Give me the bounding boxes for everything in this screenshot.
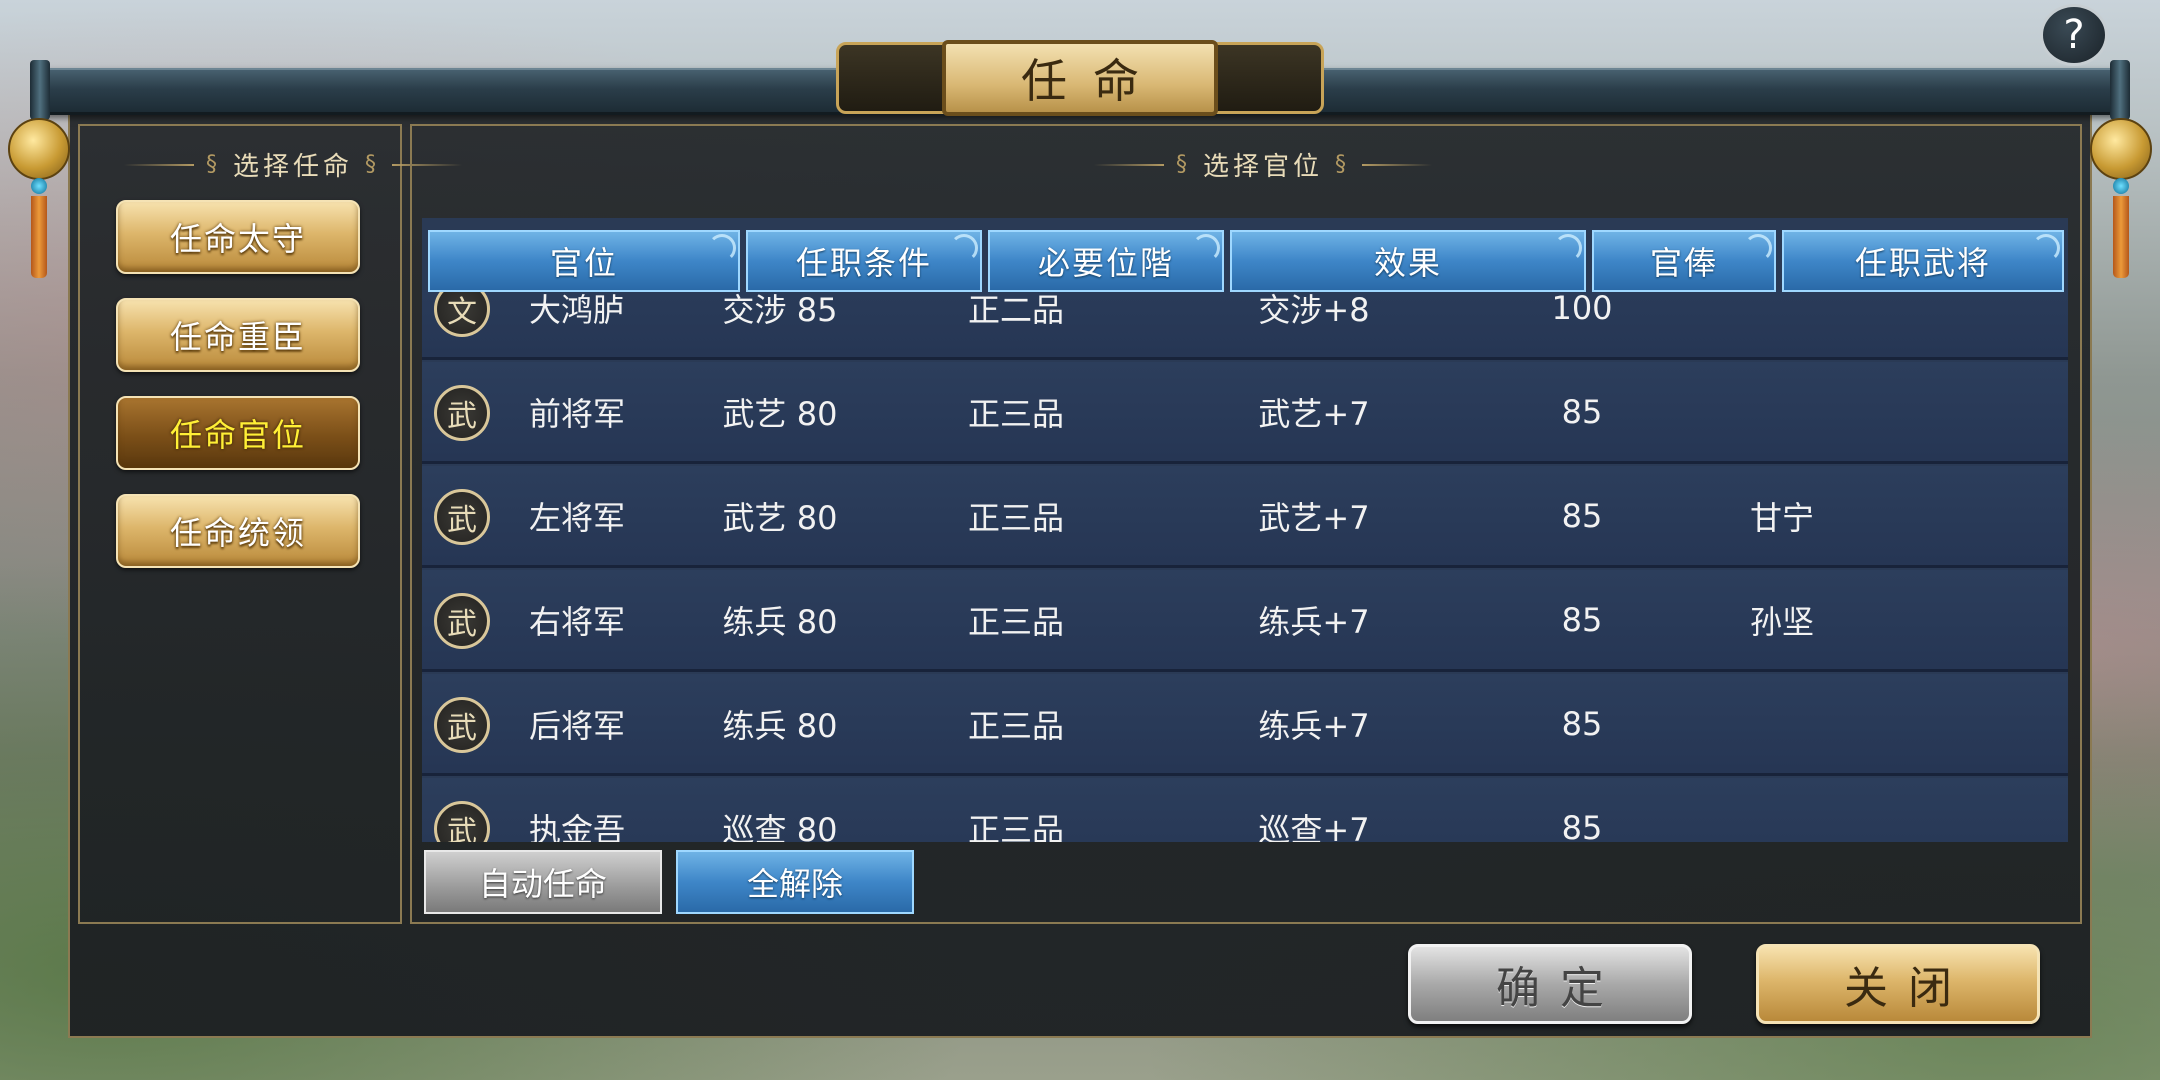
cell-condition: 武艺 80: [722, 498, 838, 537]
right-section-title: § 选择官位 §: [1094, 146, 1433, 183]
ornament-line: [1362, 163, 1433, 166]
cell-rank: 正三品: [967, 706, 1064, 745]
cell-position: 大鸿胪: [528, 290, 625, 329]
left-bead-icon: [31, 178, 47, 194]
menu-appoint-official-rank[interactable]: 任命官位: [116, 396, 360, 470]
scroll-rod-end-right: [2110, 60, 2130, 120]
cell-effect: 武艺+7: [1258, 498, 1370, 537]
military-badge-icon: 武: [434, 697, 490, 753]
column-header-position[interactable]: 官位: [428, 230, 740, 292]
civil-badge-icon: 文: [434, 290, 490, 337]
cell-position: 右将军: [528, 602, 625, 641]
cell-condition: 练兵 80: [722, 706, 838, 745]
cell-salary: 85: [1561, 392, 1603, 431]
title-ornament-left: [836, 42, 956, 114]
table-row[interactable]: 武 左将军 武艺 80 正三品 武艺+7 85 甘宁: [422, 466, 2068, 568]
cell-position: 左将军: [528, 498, 625, 537]
cell-general: [1670, 674, 1894, 773]
cell-general: 孙坚: [1749, 602, 1814, 641]
table-row[interactable]: 武 前将军 武艺 80 正三品 武艺+7 85: [422, 362, 2068, 464]
column-header-effect[interactable]: 效果: [1230, 230, 1586, 292]
knot-icon: §: [1335, 152, 1351, 177]
cell-general: 甘宁: [1749, 498, 1814, 537]
title-ornament-right: [1204, 42, 1324, 114]
left-tassel-icon: [31, 196, 47, 278]
cell-general: [1670, 362, 1894, 461]
help-button[interactable]: ?: [2040, 4, 2108, 66]
clear-all-button[interactable]: 全解除: [676, 850, 914, 914]
cell-salary: 100: [1551, 290, 1613, 327]
military-badge-icon: 武: [434, 593, 490, 649]
rank-table-header: 官位 任职条件 必要位階 效果 官俸 任职武将: [428, 230, 2068, 294]
cell-effect: 武艺+7: [1258, 394, 1370, 433]
knot-icon: §: [206, 152, 221, 177]
cell-salary: 85: [1561, 704, 1603, 743]
knot-icon: §: [1176, 152, 1191, 177]
column-header-rank[interactable]: 必要位階: [988, 230, 1224, 292]
military-badge-icon: 武: [434, 489, 490, 545]
cell-salary: 85: [1561, 496, 1603, 535]
table-row[interactable]: 武 右将军 练兵 80 正三品 练兵+7 85 孙坚: [422, 570, 2068, 672]
cell-condition: 武艺 80: [722, 394, 838, 433]
cell-condition: 巡查 80: [722, 810, 838, 843]
cell-effect: 交涉+8: [1258, 290, 1370, 329]
military-badge-icon: 武: [434, 801, 490, 842]
window-title: 任命: [942, 40, 1218, 116]
ornament-line: [124, 163, 194, 166]
cell-salary: 85: [1561, 600, 1603, 639]
cell-position: 执金吾: [528, 810, 625, 843]
scroll-rod-end-left: [30, 60, 50, 120]
cell-rank: 正三品: [967, 498, 1064, 537]
close-button[interactable]: 关闭: [1756, 944, 2040, 1024]
cell-position: 前将军: [528, 394, 625, 433]
cell-rank: 正三品: [967, 602, 1064, 641]
cell-rank: 正二品: [967, 290, 1064, 329]
right-section-title-text: 选择官位: [1203, 152, 1324, 182]
cell-rank: 正三品: [967, 810, 1064, 843]
cell-condition: 练兵 80: [722, 602, 838, 641]
left-pendant-icon: [8, 118, 70, 180]
menu-appoint-governor[interactable]: 任命太守: [116, 200, 360, 274]
menu-appoint-minister[interactable]: 任命重臣: [116, 298, 360, 372]
cell-rank: 正三品: [967, 394, 1064, 433]
ornament-line: [1094, 163, 1164, 166]
confirm-button[interactable]: 确定: [1408, 944, 1692, 1024]
cell-effect: 练兵+7: [1258, 706, 1370, 745]
rank-table-body: 文 大鸿胪 交涉 85 正二品 交涉+8 100 武 前将军 武艺 80 正三品…: [422, 290, 2068, 842]
column-header-condition[interactable]: 任职条件: [746, 230, 982, 292]
auto-appoint-button[interactable]: 自动任命: [424, 850, 662, 914]
cell-effect: 巡查+7: [1258, 810, 1370, 843]
table-row[interactable]: 武 执金吾 巡查 80 正三品 巡查+7 85: [422, 778, 2068, 842]
cell-general: [1670, 778, 1894, 842]
table-row[interactable]: 武 后将军 练兵 80 正三品 练兵+7 85: [422, 674, 2068, 776]
knot-icon: §: [365, 152, 381, 177]
military-badge-icon: 武: [434, 385, 490, 441]
cell-general: [1670, 290, 1894, 357]
cell-position: 后将军: [528, 706, 625, 745]
column-header-salary[interactable]: 官俸: [1592, 230, 1776, 292]
cell-effect: 练兵+7: [1258, 602, 1370, 641]
column-header-general[interactable]: 任职武将: [1782, 230, 2064, 292]
left-section-title-text: 选择任命: [233, 152, 354, 182]
menu-appoint-commander[interactable]: 任命统领: [116, 494, 360, 568]
cell-condition: 交涉 85: [722, 290, 838, 329]
right-bead-icon: [2113, 178, 2129, 194]
table-row[interactable]: 文 大鸿胪 交涉 85 正二品 交涉+8 100: [422, 290, 2068, 360]
right-tassel-icon: [2113, 196, 2129, 278]
right-pendant-icon: [2090, 118, 2152, 180]
cell-salary: 85: [1561, 808, 1603, 843]
